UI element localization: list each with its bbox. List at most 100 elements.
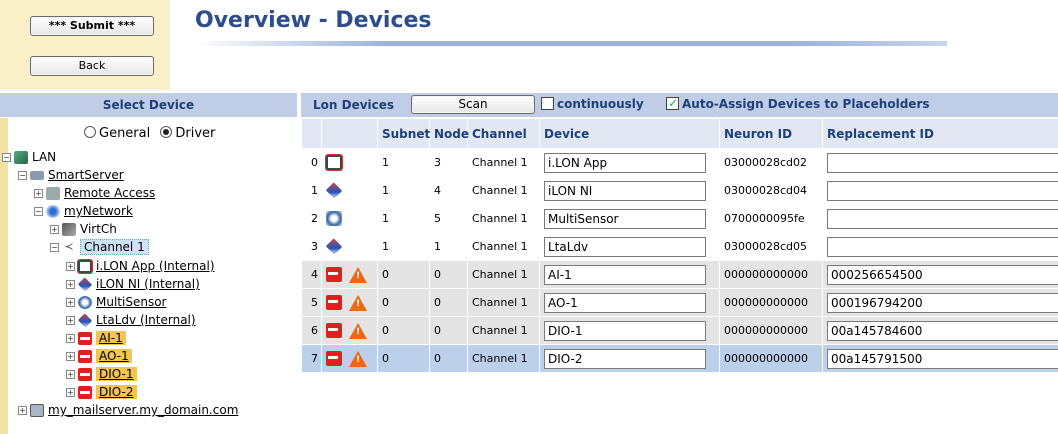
- tree-item-label[interactable]: iLON NI (Internal): [96, 277, 200, 291]
- table-row[interactable]: 500Channel 1AO-1000000000000000196794200: [301, 288, 1058, 317]
- table-row[interactable]: 3 1 1 Channel 1 LtaLdv 03000028cd05: [301, 232, 1058, 261]
- col-device[interactable]: Device: [539, 118, 720, 149]
- table-row[interactable]: 2 1 5 Channel 1 MultiSensor 0700000095fe: [301, 204, 1058, 233]
- replacement-id-input[interactable]: [827, 236, 1058, 257]
- tree-item[interactable]: − myNetwork: [34, 202, 133, 220]
- replacement-id-input[interactable]: 000256654500: [827, 264, 1058, 285]
- radio-driver-circle[interactable]: [160, 126, 173, 138]
- device-name-input[interactable]: DIO-1: [544, 320, 706, 341]
- tree-item-label[interactable]: SmartServer: [48, 168, 124, 182]
- tree-item-label[interactable]: Remote Access: [64, 186, 155, 200]
- device-name-input[interactable]: DIO-2: [544, 348, 706, 369]
- placeholder-device-icon: [326, 351, 342, 366]
- row-index: 1: [301, 176, 322, 205]
- cell-replacement-id: 000196794200: [822, 288, 1058, 317]
- collapse-toggle-icon[interactable]: −: [34, 206, 43, 216]
- device-name-input[interactable]: iLON NI: [544, 180, 706, 201]
- expand-toggle-icon[interactable]: +: [66, 279, 75, 289]
- expand-toggle-icon[interactable]: +: [34, 188, 43, 198]
- auto-assign-checkbox[interactable]: [666, 96, 679, 110]
- device-name-input[interactable]: MultiSensor: [544, 208, 706, 229]
- tree-item-label[interactable]: i.LON App (Internal): [96, 259, 215, 273]
- tree-item-label[interactable]: AI-1: [96, 331, 126, 345]
- tree-item-label[interactable]: Channel 1: [80, 239, 149, 255]
- tree-item[interactable]: + iLON NI (Internal): [66, 275, 200, 293]
- tree-item-label[interactable]: DIO-1: [96, 367, 137, 381]
- scan-button[interactable]: Scan: [411, 95, 535, 114]
- collapse-toggle-icon[interactable]: −: [50, 242, 59, 252]
- col-neuron-id[interactable]: Neuron ID: [719, 118, 823, 149]
- table-row[interactable]: 1 1 4 Channel 1 iLON NI 03000028cd04: [301, 176, 1058, 205]
- lon-devices-heading: Lon Devices: [313, 98, 395, 112]
- tree-item[interactable]: + DIO-2: [66, 383, 137, 401]
- tree-item-label[interactable]: VirtCh: [80, 222, 117, 236]
- collapse-toggle-icon[interactable]: −: [2, 152, 11, 162]
- tree-item[interactable]: + AO-1: [66, 347, 132, 365]
- tree-item[interactable]: + LtaLdv (Internal): [66, 311, 196, 329]
- expand-toggle-icon[interactable]: +: [66, 315, 75, 325]
- replacement-id-input[interactable]: [827, 208, 1058, 229]
- tree-item-label[interactable]: LtaLdv (Internal): [96, 313, 196, 327]
- replacement-id-input[interactable]: 00a145791500: [827, 348, 1058, 369]
- expand-toggle-icon[interactable]: +: [66, 369, 75, 379]
- tree-item[interactable]: + VirtCh: [50, 220, 117, 238]
- title-underline: [195, 41, 947, 46]
- tree-item[interactable]: − ≺ Channel 1: [50, 238, 149, 256]
- tree-item-label[interactable]: myNetwork: [64, 204, 133, 218]
- row-index: 3: [301, 232, 322, 261]
- table-row[interactable]: 600Channel 1DIO-100000000000000a14578460…: [301, 316, 1058, 345]
- radio-driver[interactable]: Driver: [160, 126, 215, 141]
- table-row[interactable]: 700Channel 1DIO-200000000000000a14579150…: [301, 344, 1058, 373]
- tree-item[interactable]: + MultiSensor: [66, 293, 166, 311]
- cell-node: 1: [429, 232, 468, 261]
- tree-item-label[interactable]: my_mailserver.my_domain.com: [48, 403, 238, 417]
- multisensor-icon: [326, 211, 342, 226]
- tree-item-label[interactable]: AO-1: [96, 349, 132, 363]
- tree-item-label[interactable]: LAN: [32, 150, 56, 164]
- tree-item[interactable]: + AI-1: [66, 329, 126, 347]
- expand-toggle-icon[interactable]: +: [66, 261, 75, 271]
- tree-item-label[interactable]: MultiSensor: [96, 295, 166, 309]
- table-row[interactable]: 400Channel 1AI-1000000000000000256654500: [301, 260, 1058, 289]
- auto-assign-option[interactable]: Auto-Assign Devices to Placeholders: [666, 96, 930, 111]
- back-button[interactable]: Back: [30, 56, 154, 76]
- device-name-input[interactable]: LtaLdv: [544, 236, 706, 257]
- expand-toggle-icon[interactable]: +: [66, 351, 75, 361]
- tree-item[interactable]: − SmartServer: [18, 166, 124, 184]
- cell-subnet: 0: [377, 344, 430, 373]
- continuously-option[interactable]: continuously: [541, 97, 644, 111]
- replacement-id-input[interactable]: 000196794200: [827, 292, 1058, 313]
- device-name-input[interactable]: AI-1: [544, 264, 706, 285]
- device-name-input[interactable]: i.LON App: [544, 152, 706, 173]
- expand-toggle-icon[interactable]: +: [66, 297, 75, 307]
- expand-toggle-icon[interactable]: +: [50, 224, 59, 234]
- submit-button[interactable]: *** Submit ***: [30, 16, 154, 36]
- col-replacement-id[interactable]: Replacement ID: [822, 118, 1058, 149]
- continuously-checkbox[interactable]: [541, 97, 554, 110]
- radio-general[interactable]: General: [84, 126, 150, 141]
- expand-toggle-icon[interactable]: +: [66, 333, 75, 343]
- col-subnet[interactable]: Subnet: [377, 118, 430, 149]
- expand-toggle-icon[interactable]: +: [18, 405, 27, 415]
- radio-general-circle[interactable]: [84, 126, 96, 138]
- replacement-id-input[interactable]: [827, 152, 1058, 173]
- table-row[interactable]: 0 1 3 Channel 1 i.LON App 03000028cd02: [301, 148, 1058, 177]
- tree-item[interactable]: − LAN: [2, 148, 56, 166]
- device-name-input[interactable]: AO-1: [544, 292, 706, 313]
- replacement-id-input[interactable]: 00a145784600: [827, 320, 1058, 341]
- replacement-id-input[interactable]: [827, 180, 1058, 201]
- cell-subnet: 0: [377, 260, 430, 289]
- tree-item-label[interactable]: DIO-2: [96, 385, 137, 399]
- tree-item[interactable]: + i.LON App (Internal): [66, 257, 215, 275]
- select-device-heading: Select Device: [0, 93, 297, 117]
- col-node[interactable]: Node: [429, 118, 469, 149]
- cell-device: DIO-2: [539, 344, 720, 373]
- col-channel[interactable]: Channel: [467, 118, 540, 149]
- row-index: 0: [301, 148, 322, 177]
- cell-node: 3: [429, 148, 468, 177]
- expand-toggle-icon[interactable]: +: [66, 387, 75, 397]
- tree-item[interactable]: + Remote Access: [34, 184, 155, 202]
- tree-item[interactable]: + my_mailserver.my_domain.com: [18, 401, 238, 419]
- tree-item[interactable]: + DIO-1: [66, 365, 137, 383]
- collapse-toggle-icon[interactable]: −: [18, 170, 27, 180]
